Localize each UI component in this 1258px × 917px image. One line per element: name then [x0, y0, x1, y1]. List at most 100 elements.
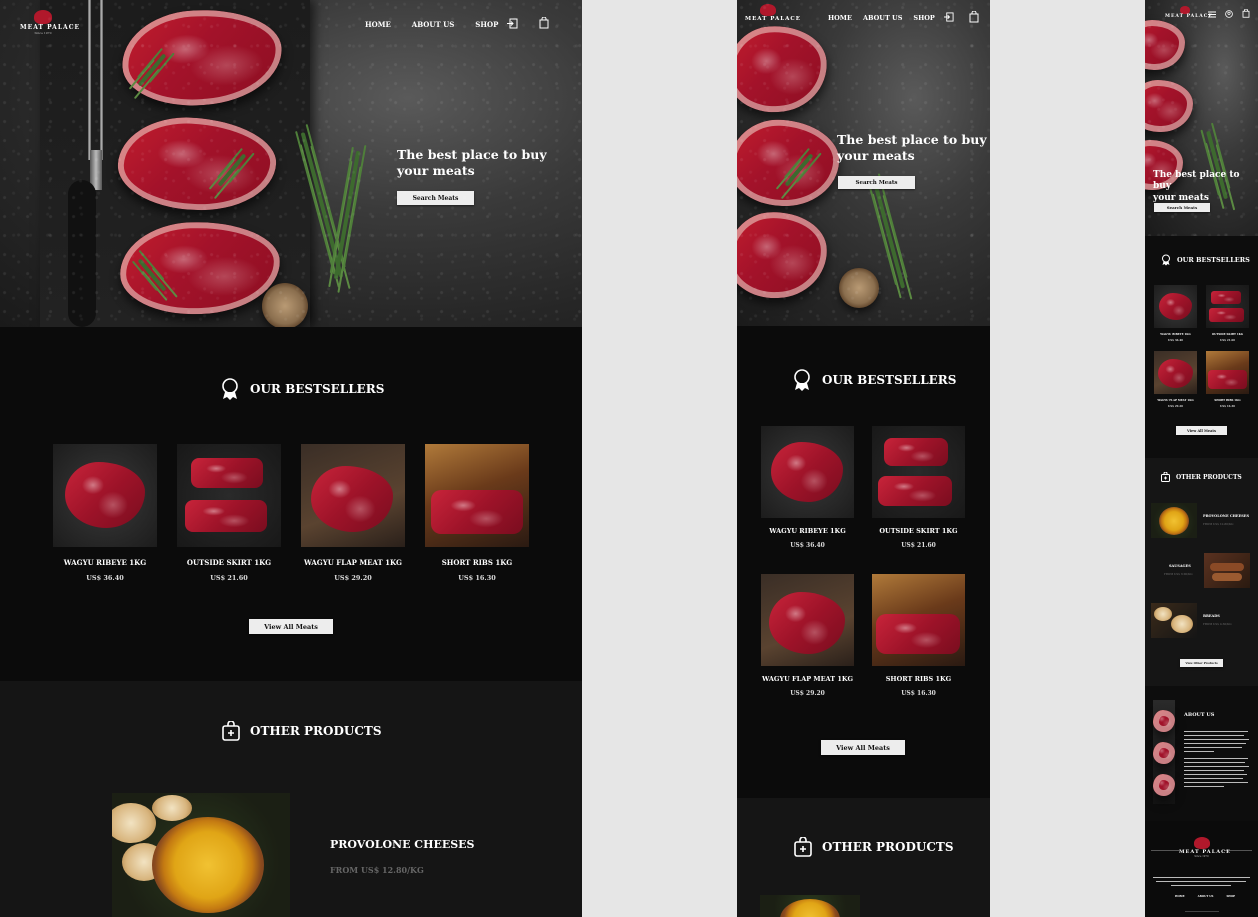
steak-image — [1145, 80, 1193, 132]
other-product-name[interactable]: SAUSAGES — [1169, 564, 1191, 568]
nav-home-link[interactable]: HOME — [365, 20, 391, 29]
product-price: US$ 21.60 — [1220, 339, 1235, 342]
product-price: US$ 21.60 — [901, 542, 936, 549]
product-name: OUTSIDE SKIRT 1KG — [186, 558, 272, 567]
other-products-section: OTHER PRODUCTS — [737, 798, 990, 917]
hero-title-line1: The best place to buy — [1153, 170, 1240, 192]
product-price: US$ 36.40 — [1168, 339, 1183, 342]
product-image — [1206, 351, 1249, 394]
nav-shop-link[interactable]: SHOP — [475, 20, 498, 29]
product-card[interactable]: WAGYU FLAP MEAT 1KG US$ 29.20 — [1154, 351, 1197, 411]
login-icon[interactable] — [944, 12, 954, 22]
view-all-meats-button[interactable]: View All Meats — [249, 619, 333, 634]
nav-about-link[interactable]: ABOUT US — [863, 14, 902, 22]
steak-image — [1145, 20, 1185, 70]
bestsellers-section: OUR BESTSELLERS WAGYU RIBEYE 1KG US$ 36.… — [0, 327, 582, 681]
rosemary-decoration — [300, 132, 344, 278]
steak-image — [737, 210, 829, 300]
shopping-bag-plus-icon — [794, 837, 812, 857]
product-card[interactable]: WAGYU RIBEYE 1KG US$ 36.40 — [53, 444, 157, 589]
view-all-meats-button[interactable]: View All Meats — [821, 740, 905, 755]
hero-section: MEAT PALACE The best place to buy your m… — [1145, 0, 1258, 236]
product-image — [872, 426, 965, 518]
product-card[interactable]: SHORT RIBS 1KG US$ 16.30 — [872, 574, 965, 704]
award-ribbon-icon — [794, 369, 810, 391]
search-meats-button[interactable]: Search Meats — [838, 176, 915, 189]
product-card[interactable]: WAGYU RIBEYE 1KG US$ 36.40 — [761, 426, 854, 556]
nav-home-link[interactable]: HOME — [828, 14, 852, 22]
product-name: WAGYU FLAP MEAT 1KG — [1157, 399, 1194, 402]
nav-shop-link[interactable]: SHOP — [913, 14, 934, 22]
login-icon[interactable] — [507, 18, 518, 29]
product-card[interactable]: WAGYU FLAP MEAT 1KG US$ 29.20 — [301, 444, 405, 589]
product-card[interactable]: WAGYU FLAP MEAT 1KG US$ 29.20 — [761, 574, 854, 704]
meat-logo-icon — [1180, 6, 1190, 14]
brand-logo[interactable]: MEAT PALACE — [745, 4, 801, 22]
search-meats-button[interactable]: Search Meats — [1154, 203, 1210, 212]
brand-since: Since 1970 — [34, 31, 52, 35]
provolone-image[interactable] — [112, 793, 290, 917]
brand-logo[interactable]: MEAT PALACE Since 1970 — [1179, 837, 1230, 858]
rosemary-decoration — [784, 153, 814, 187]
shopping-bag-icon[interactable] — [969, 11, 979, 23]
other-products-title-text: OTHER PRODUCTS — [250, 724, 382, 738]
other-product-name[interactable]: PROVOLONE CHEESES — [330, 838, 475, 851]
shopping-bag-icon[interactable] — [539, 17, 549, 29]
provolone-image[interactable] — [1151, 503, 1197, 538]
product-image — [761, 574, 854, 666]
view-other-products-button[interactable]: View Other Products — [1180, 659, 1223, 667]
product-price: US$ 16.30 — [458, 574, 496, 582]
breads-image[interactable] — [1151, 603, 1197, 638]
product-card[interactable]: WAGYU RIBEYE 1KG US$ 36.40 — [1154, 285, 1197, 345]
product-name: WAGYU RIBEYE 1KG — [769, 527, 846, 535]
brand-name: MEAT PALACE — [745, 16, 801, 22]
rosemary-decoration — [333, 150, 361, 280]
steak-image — [737, 117, 842, 209]
provolone-image[interactable] — [760, 895, 860, 917]
hero-title: The best place to buy your meats — [1153, 170, 1258, 204]
product-card[interactable]: OUTSIDE SKIRT 1KG US$ 21.60 — [177, 444, 281, 589]
shopping-bag-icon[interactable] — [1242, 9, 1250, 18]
hamburger-menu-icon[interactable] — [1208, 11, 1216, 18]
hero-title: The best place to buy your meats — [837, 132, 987, 163]
product-image — [1206, 285, 1249, 328]
other-product-name[interactable]: PROVOLONE CHEESES — [1203, 514, 1249, 518]
search-meats-button[interactable]: Search Meats — [397, 191, 474, 205]
other-product-price: FROM US$ 9.90/KG — [1164, 573, 1193, 576]
product-image — [761, 426, 854, 518]
product-card[interactable]: SHORT RIBS 1KG US$ 16.30 — [425, 444, 529, 589]
product-name: SHORT RIBS 1KG — [1214, 399, 1241, 402]
product-image — [53, 444, 157, 547]
user-icon[interactable] — [1225, 10, 1233, 18]
rosemary-decoration — [137, 53, 167, 87]
about-text — [1184, 731, 1250, 790]
award-ribbon-icon — [1162, 254, 1170, 266]
product-image — [1154, 351, 1197, 394]
footer: MEAT PALACE Since 1970 HOME ABOUT US SHO… — [1145, 821, 1258, 917]
peppercorn-bowl — [262, 283, 308, 329]
product-price: US$ 36.40 — [86, 574, 124, 582]
product-name: SHORT RIBS 1KG — [441, 558, 513, 567]
view-all-meats-button[interactable]: View All Meats — [1176, 426, 1227, 435]
product-card[interactable]: SHORT RIBS 1KG US$ 16.30 — [1206, 351, 1249, 411]
bestsellers-title-text: OUR BESTSELLERS — [1177, 256, 1250, 264]
shopping-bag-plus-icon — [1161, 472, 1170, 482]
brand-logo[interactable]: MEAT PALACE — [1165, 6, 1212, 19]
footer-link-home[interactable]: HOME — [1175, 895, 1185, 898]
nav-about-link[interactable]: ABOUT US — [412, 20, 455, 29]
product-card[interactable]: OUTSIDE SKIRT 1KG US$ 21.60 — [1206, 285, 1249, 345]
other-product-name[interactable]: BREADS — [1203, 614, 1220, 618]
footer-link-shop[interactable]: SHOP — [1226, 895, 1235, 898]
product-name: WAGYU RIBEYE 1KG — [63, 558, 147, 567]
other-products-section: OTHER PRODUCTS PROVOLONE CHEESES FROM US… — [0, 681, 582, 917]
brand-since: Since 1970 — [1194, 855, 1209, 858]
other-product-price: FROM US$ 12.80/KG — [330, 865, 424, 875]
meat-logo-icon — [34, 10, 52, 24]
steak-image — [118, 219, 282, 317]
product-card[interactable]: OUTSIDE SKIRT 1KG US$ 21.60 — [872, 426, 965, 556]
sausages-image[interactable] — [1204, 553, 1250, 588]
brand-logo[interactable]: MEAT PALACE Since 1970 — [20, 10, 79, 35]
hero-section: MEAT PALACE HOME ABOUT US SHOP The best … — [737, 0, 990, 326]
product-price: US$ 16.30 — [1220, 405, 1235, 408]
footer-link-about[interactable]: ABOUT US — [1198, 895, 1214, 898]
